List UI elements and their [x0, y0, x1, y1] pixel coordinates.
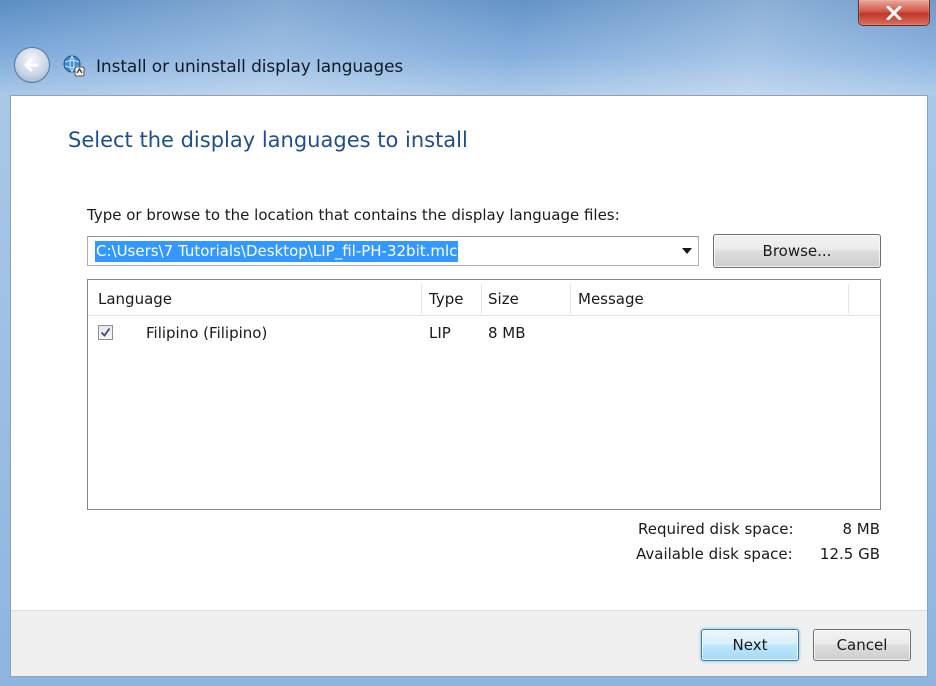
- file-path-value[interactable]: C:\Users\7 Tutorials\Desktop\LIP_fil-PH-…: [95, 241, 459, 262]
- column-header-message[interactable]: Message: [578, 280, 644, 316]
- column-header-type[interactable]: Type: [429, 280, 463, 316]
- checkmark-icon: [100, 327, 111, 337]
- dropdown-arrow-icon[interactable]: [682, 248, 692, 254]
- required-space-label: Required disk space:: [638, 520, 794, 538]
- language-checkbox[interactable]: [98, 325, 113, 340]
- language-globe-icon: [63, 55, 85, 77]
- window-frame: Install or uninstall display languages S…: [0, 0, 936, 686]
- browse-button[interactable]: Browse...: [713, 234, 881, 268]
- language-name: Filipino (Filipino): [146, 324, 268, 342]
- content-panel: Select the display languages to install …: [10, 95, 928, 677]
- cancel-button[interactable]: Cancel: [813, 629, 911, 661]
- close-icon: [886, 5, 902, 20]
- available-space-label: Available disk space:: [636, 545, 793, 563]
- list-header: Language Type Size Message: [88, 280, 880, 316]
- language-type: LIP: [429, 324, 451, 342]
- column-divider[interactable]: [481, 284, 482, 314]
- column-divider[interactable]: [421, 284, 422, 314]
- column-header-size[interactable]: Size: [488, 280, 519, 316]
- close-button[interactable]: [858, 0, 930, 26]
- column-divider[interactable]: [570, 284, 571, 314]
- column-header-language[interactable]: Language: [98, 280, 172, 316]
- back-button[interactable]: [14, 47, 50, 83]
- language-size: 8 MB: [488, 324, 526, 342]
- column-divider[interactable]: [848, 284, 849, 314]
- next-button[interactable]: Next: [701, 629, 799, 661]
- location-prompt: Type or browse to the location that cont…: [87, 206, 620, 224]
- language-list[interactable]: Language Type Size Message Filipino (Fil…: [87, 279, 881, 510]
- back-arrow-icon: [24, 58, 39, 72]
- window-title: Install or uninstall display languages: [96, 57, 404, 77]
- page-heading: Select the display languages to install: [68, 128, 468, 152]
- required-space-value: 8 MB: [842, 520, 880, 538]
- list-item[interactable]: Filipino (Filipino) LIP 8 MB: [88, 318, 880, 348]
- available-space-value: 12.5 GB: [819, 545, 880, 563]
- file-path-combobox[interactable]: C:\Users\7 Tutorials\Desktop\LIP_fil-PH-…: [87, 236, 699, 266]
